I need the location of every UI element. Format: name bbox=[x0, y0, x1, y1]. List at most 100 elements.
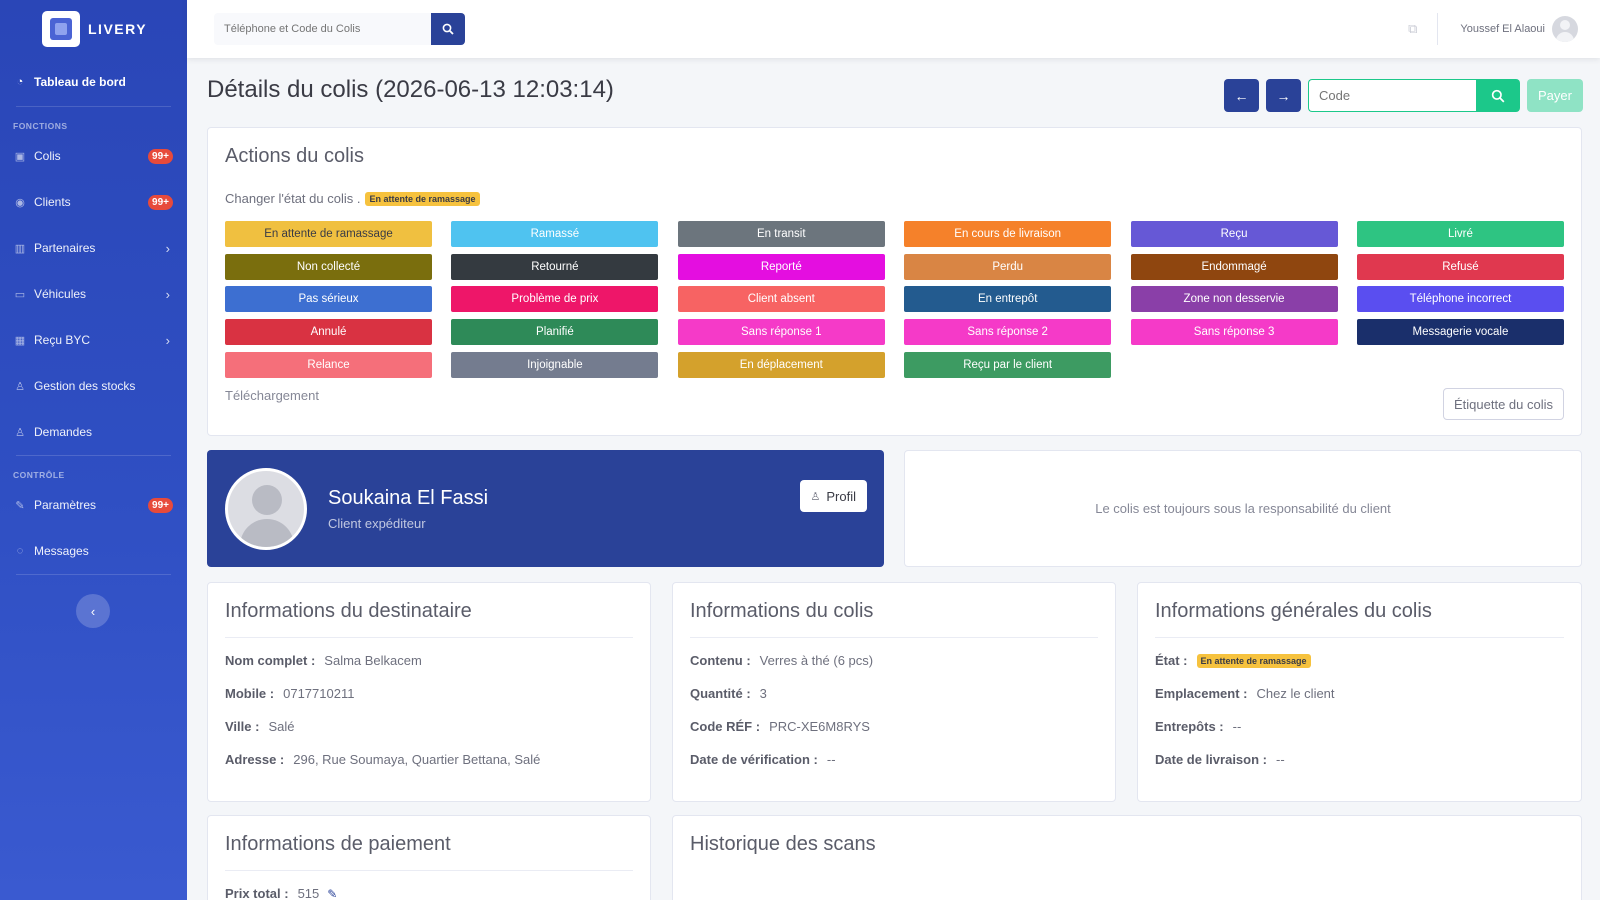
code-search-button[interactable] bbox=[1476, 79, 1520, 112]
sidebar-item-recu-byc[interactable]: ▦ Reçu BYC › bbox=[0, 317, 187, 363]
previous-button[interactable]: ← bbox=[1224, 79, 1259, 112]
status-badge: En attente de ramassage bbox=[1196, 653, 1311, 668]
card-title: Actions du colis bbox=[225, 145, 364, 167]
general-info-card: Informations générales du colis État : En… bbox=[1137, 582, 1582, 802]
info-row: Entrepôts : -- bbox=[1155, 719, 1241, 734]
status-button[interactable]: Planifié bbox=[451, 319, 659, 346]
info-row: Nom complet : Salma Belkacem bbox=[225, 653, 422, 668]
info-row: État : En attente de ramassage bbox=[1155, 653, 1311, 668]
code-input[interactable] bbox=[1308, 79, 1476, 112]
divider bbox=[225, 637, 633, 638]
status-button[interactable]: En attente de ramassage bbox=[225, 221, 432, 247]
sidebar-item-stocks[interactable]: ♙ Gestion des stocks bbox=[0, 363, 187, 409]
sidebar-item-parametres[interactable]: ✎ Paramètres 99+ bbox=[0, 482, 187, 528]
sidebar-item-messages[interactable]: ◌ Messages bbox=[0, 528, 187, 574]
search-icon bbox=[1491, 89, 1505, 102]
sidebar-item-colis[interactable]: ▣ Colis 99+ bbox=[0, 133, 187, 179]
search-input[interactable] bbox=[214, 13, 431, 45]
truck-icon: ▭ bbox=[14, 288, 26, 301]
user-circle-icon: ◉ bbox=[15, 196, 25, 209]
status-button[interactable]: En transit bbox=[677, 221, 885, 247]
status-button[interactable]: Retourné bbox=[451, 253, 659, 280]
info-row: Adresse : 296, Rue Soumaya, Quartier Bett… bbox=[225, 752, 540, 767]
sidebar-item-label: Tableau de bord bbox=[34, 75, 126, 89]
recipient-info-card: Informations du destinataire Nom complet… bbox=[207, 582, 651, 802]
status-button[interactable]: Reçu bbox=[1130, 221, 1338, 247]
page-title: Détails du colis (2026-06-13 12:03:14) bbox=[207, 76, 614, 103]
status-button[interactable]: Non collecté bbox=[225, 253, 432, 280]
info-value: 515 bbox=[297, 886, 320, 900]
chevron-right-icon: › bbox=[165, 286, 170, 302]
profile-button-label: Profil bbox=[826, 488, 856, 504]
status-button[interactable]: Relance bbox=[225, 351, 432, 378]
arrow-right-icon: → bbox=[1276, 87, 1291, 104]
info-label: Mobile : bbox=[225, 686, 275, 701]
card-title: Informations de paiement bbox=[225, 833, 451, 855]
header-controls: ← → Payer bbox=[1224, 79, 1583, 112]
status-button[interactable]: Reporté bbox=[677, 253, 885, 280]
info-value: PRC-XE6M8RYS bbox=[769, 719, 870, 734]
status-button[interactable]: Reçu par le client bbox=[904, 351, 1112, 378]
status-button[interactable]: Endommagé bbox=[1130, 253, 1338, 280]
next-button[interactable]: → bbox=[1266, 79, 1301, 112]
sidebar-item-label: Reçu BYC bbox=[34, 333, 91, 347]
building-icon: ▥ bbox=[14, 242, 26, 255]
topbar: ⧉ Youssef El Alaoui bbox=[187, 0, 1600, 58]
profile-button[interactable]: ♙ Profil bbox=[799, 480, 867, 512]
status-button[interactable]: Zone non desservie bbox=[1130, 286, 1338, 313]
card-title: Historique des scans bbox=[690, 833, 876, 855]
status-button[interactable]: Perdu bbox=[904, 253, 1112, 280]
info-value: 296, Rue Soumaya, Quartier Bettana, Salé bbox=[293, 752, 541, 767]
user-icon: ♙ bbox=[810, 490, 821, 503]
sidebar-item-partenaires[interactable]: ▥ Partenaires › bbox=[0, 225, 187, 271]
user-name[interactable]: Youssef El Alaoui bbox=[1460, 23, 1545, 35]
sidebar-item-clients[interactable]: ◉ Clients 99+ bbox=[0, 179, 187, 225]
sidebar-item-vehicules[interactable]: ▭ Véhicules › bbox=[0, 271, 187, 317]
status-button[interactable]: Refusé bbox=[1356, 253, 1564, 280]
status-button[interactable]: En entrepôt bbox=[904, 286, 1112, 313]
sidebar-heading-functions: FONCTIONS bbox=[13, 121, 68, 131]
status-button[interactable]: Sans réponse 1 bbox=[677, 319, 885, 346]
actions-card: Actions du colis Changer l'état du colis… bbox=[207, 127, 1582, 436]
sidebar-item-dashboard[interactable]: ◔ Tableau de bord bbox=[0, 58, 187, 106]
avatar[interactable] bbox=[1552, 16, 1578, 42]
info-label: Contenu : bbox=[690, 653, 751, 668]
status-button[interactable]: Pas sérieux bbox=[225, 286, 432, 313]
sidebar-item-demandes[interactable]: ♙ Demandes bbox=[0, 409, 187, 455]
status-button[interactable]: Téléphone incorrect bbox=[1356, 286, 1564, 313]
brand[interactable]: LIVERY bbox=[0, 0, 187, 58]
status-button[interactable]: En déplacement bbox=[677, 351, 885, 378]
scan-history-card: Historique des scans bbox=[672, 815, 1582, 900]
sidebar-item-label: Colis bbox=[34, 149, 61, 163]
info-label: Emplacement : bbox=[1155, 686, 1248, 701]
sidebar-heading-control: CONTRÔLE bbox=[13, 470, 65, 480]
status-button[interactable]: Injoignable bbox=[451, 351, 659, 378]
status-button[interactable]: Client absent bbox=[677, 286, 885, 313]
sidebar-toggle-button[interactable]: ‹ bbox=[76, 594, 110, 628]
status-button[interactable]: Annulé bbox=[225, 319, 432, 346]
pay-button[interactable]: Payer bbox=[1527, 79, 1583, 112]
status-button[interactable]: Sans réponse 3 bbox=[1130, 319, 1338, 346]
status-button[interactable]: Sans réponse 2 bbox=[904, 319, 1112, 346]
parcel-info-card: Informations du colis Contenu : Verres à … bbox=[672, 582, 1116, 802]
search-button[interactable] bbox=[431, 13, 465, 45]
language-icon[interactable]: ⧉ bbox=[1408, 21, 1417, 37]
sender-role: Client expéditeur bbox=[328, 516, 426, 531]
status-button[interactable]: Livré bbox=[1356, 221, 1564, 247]
info-row: Mobile : 0717710211 bbox=[225, 686, 354, 701]
sidebar-item-label: Demandes bbox=[34, 425, 93, 439]
pencil-icon[interactable]: ✎ bbox=[327, 887, 337, 900]
info-label: Quantité : bbox=[690, 686, 751, 701]
parcel-label-button[interactable]: Étiquette du colis bbox=[1442, 388, 1564, 420]
status-button[interactable]: Messagerie vocale bbox=[1356, 319, 1564, 346]
info-label: Entrepôts : bbox=[1155, 719, 1224, 734]
status-button[interactable]: Problème de prix bbox=[451, 286, 659, 313]
divider bbox=[225, 870, 633, 871]
status-button[interactable]: Ramassé bbox=[451, 221, 659, 247]
info-value: Salma Belkacem bbox=[324, 653, 422, 668]
sidebar: LIVERY ◔ Tableau de bord FONCTIONS ▣ Col… bbox=[0, 0, 187, 900]
chat-icon: ◌ bbox=[16, 545, 24, 557]
status-button[interactable]: En cours de livraison bbox=[904, 221, 1112, 247]
count-badge: 99+ bbox=[148, 497, 173, 513]
info-row: Date de vérification : -- bbox=[690, 752, 836, 767]
